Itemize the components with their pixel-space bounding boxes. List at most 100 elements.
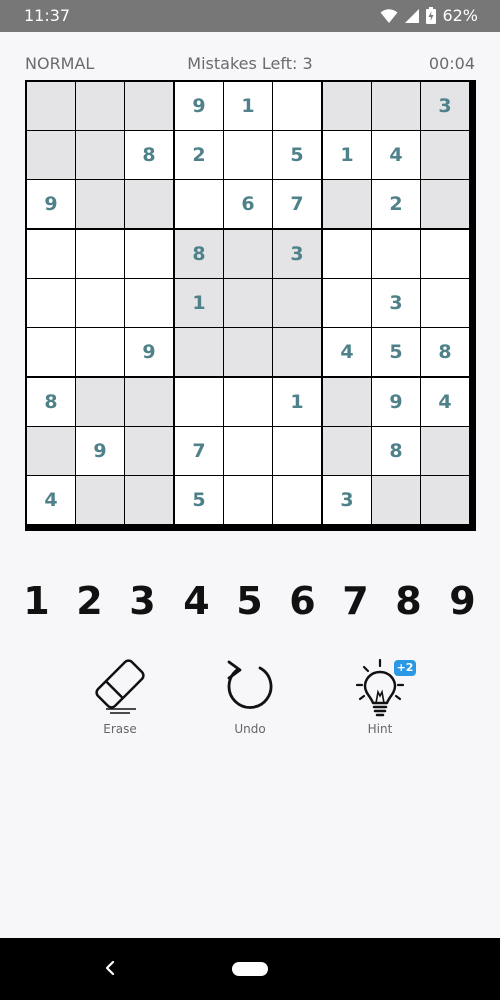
sudoku-cell-r2-c3[interactable]: 8 [125,131,173,179]
sudoku-cell-r2-c9[interactable] [421,131,469,179]
sudoku-cell-r8-c5[interactable] [224,427,272,475]
back-icon[interactable] [98,956,122,980]
sudoku-cell-r5-c1[interactable] [27,279,75,327]
sudoku-cell-r4-c8[interactable] [372,230,420,278]
sudoku-cell-r8-c3[interactable] [125,427,173,475]
sudoku-cell-r5-c3[interactable] [125,279,173,327]
sudoku-cell-r6-c4[interactable] [175,328,223,376]
sudoku-cell-r4-c6[interactable]: 3 [273,230,321,278]
sudoku-cell-r8-c6[interactable] [273,427,321,475]
sudoku-cell-r6-c9[interactable]: 8 [421,328,469,376]
number-key-5[interactable]: 5 [223,576,276,626]
sudoku-cell-r9-c6[interactable] [273,476,321,524]
sudoku-cell-r7-c3[interactable] [125,378,173,426]
sudoku-cell-r1-c6[interactable] [273,82,321,130]
sudoku-cell-r9-c1[interactable]: 4 [27,476,75,524]
sudoku-cell-r5-c9[interactable] [421,279,469,327]
sudoku-cell-r3-c4[interactable] [175,180,223,228]
sudoku-cell-r4-c1[interactable] [27,230,75,278]
sudoku-cell-r1-c4[interactable]: 9 [175,82,223,130]
hint-button[interactable]: +2 Hint [330,656,430,740]
sudoku-cell-r6-c7[interactable]: 4 [323,328,371,376]
sudoku-cell-r7-c7[interactable] [323,378,371,426]
number-key-7[interactable]: 7 [329,576,382,626]
sudoku-cell-r2-c6[interactable]: 5 [273,131,321,179]
number-key-6[interactable]: 6 [276,576,329,626]
sudoku-cell-r9-c5[interactable] [224,476,272,524]
undo-label: Undo [234,722,266,736]
sudoku-cell-r6-c5[interactable] [224,328,272,376]
sudoku-cell-r4-c9[interactable] [421,230,469,278]
sudoku-cell-r9-c3[interactable] [125,476,173,524]
sudoku-cell-r9-c8[interactable] [372,476,420,524]
battery-icon [426,7,437,24]
home-button[interactable] [232,962,268,976]
sudoku-cell-r1-c7[interactable] [323,82,371,130]
sudoku-cell-r3-c2[interactable] [76,180,124,228]
game-timer: 00:04 [428,54,475,73]
number-key-4[interactable]: 4 [170,576,223,626]
navigation-bar [0,938,500,1000]
sudoku-cell-r7-c9[interactable]: 4 [421,378,469,426]
sudoku-cell-r3-c1[interactable]: 9 [27,180,75,228]
sudoku-cell-r5-c5[interactable] [224,279,272,327]
sudoku-cell-r7-c5[interactable] [224,378,272,426]
erase-button[interactable]: Erase [70,656,170,740]
sudoku-cell-r1-c2[interactable] [76,82,124,130]
sudoku-cell-r1-c1[interactable] [27,82,75,130]
number-key-3[interactable]: 3 [116,576,169,626]
sudoku-cell-r6-c8[interactable]: 5 [372,328,420,376]
sudoku-cell-r4-c7[interactable] [323,230,371,278]
wifi-icon [380,8,398,23]
sudoku-cell-r4-c4[interactable]: 8 [175,230,223,278]
sudoku-cell-r8-c9[interactable] [421,427,469,475]
sudoku-cell-r1-c8[interactable] [372,82,420,130]
sudoku-cell-r1-c3[interactable] [125,82,173,130]
sudoku-cell-r7-c6[interactable]: 1 [273,378,321,426]
sudoku-cell-r5-c7[interactable] [323,279,371,327]
sudoku-cell-r2-c4[interactable]: 2 [175,131,223,179]
sudoku-cell-r4-c2[interactable] [76,230,124,278]
sudoku-cell-r7-c2[interactable] [76,378,124,426]
sudoku-cell-r6-c2[interactable] [76,328,124,376]
sudoku-cell-r7-c4[interactable] [175,378,223,426]
sudoku-cell-r2-c2[interactable] [76,131,124,179]
sudoku-cell-r6-c3[interactable]: 9 [125,328,173,376]
sudoku-cell-r1-c9[interactable]: 3 [421,82,469,130]
sudoku-cell-r9-c2[interactable] [76,476,124,524]
number-key-8[interactable]: 8 [382,576,435,626]
sudoku-cell-r8-c1[interactable] [27,427,75,475]
sudoku-cell-r9-c9[interactable] [421,476,469,524]
sudoku-cell-r2-c1[interactable] [27,131,75,179]
sudoku-cell-r1-c5[interactable]: 1 [224,82,272,130]
sudoku-cell-r2-c8[interactable]: 4 [372,131,420,179]
sudoku-cell-r5-c2[interactable] [76,279,124,327]
sudoku-cell-r6-c1[interactable] [27,328,75,376]
sudoku-cell-r3-c9[interactable] [421,180,469,228]
sudoku-cell-r9-c4[interactable]: 5 [175,476,223,524]
sudoku-cell-r5-c4[interactable]: 1 [175,279,223,327]
sudoku-cell-r3-c5[interactable]: 6 [224,180,272,228]
undo-button[interactable]: Undo [200,656,300,740]
sudoku-cell-r6-c6[interactable] [273,328,321,376]
sudoku-cell-r9-c7[interactable]: 3 [323,476,371,524]
sudoku-cell-r2-c5[interactable] [224,131,272,179]
sudoku-cell-r3-c6[interactable]: 7 [273,180,321,228]
sudoku-cell-r4-c3[interactable] [125,230,173,278]
sudoku-cell-r7-c8[interactable]: 9 [372,378,420,426]
sudoku-cell-r4-c5[interactable] [224,230,272,278]
sudoku-cell-r2-c7[interactable]: 1 [323,131,371,179]
sudoku-cell-r3-c8[interactable]: 2 [372,180,420,228]
number-key-2[interactable]: 2 [63,576,116,626]
sudoku-cell-r8-c4[interactable]: 7 [175,427,223,475]
number-key-9[interactable]: 9 [436,576,489,626]
sudoku-cell-r5-c6[interactable] [273,279,321,327]
sudoku-cell-r8-c2[interactable]: 9 [76,427,124,475]
sudoku-cell-r8-c7[interactable] [323,427,371,475]
sudoku-cell-r3-c7[interactable] [323,180,371,228]
sudoku-cell-r8-c8[interactable]: 8 [372,427,420,475]
number-key-1[interactable]: 1 [10,576,63,626]
sudoku-cell-r3-c3[interactable] [125,180,173,228]
sudoku-cell-r5-c8[interactable]: 3 [372,279,420,327]
sudoku-cell-r7-c1[interactable]: 8 [27,378,75,426]
